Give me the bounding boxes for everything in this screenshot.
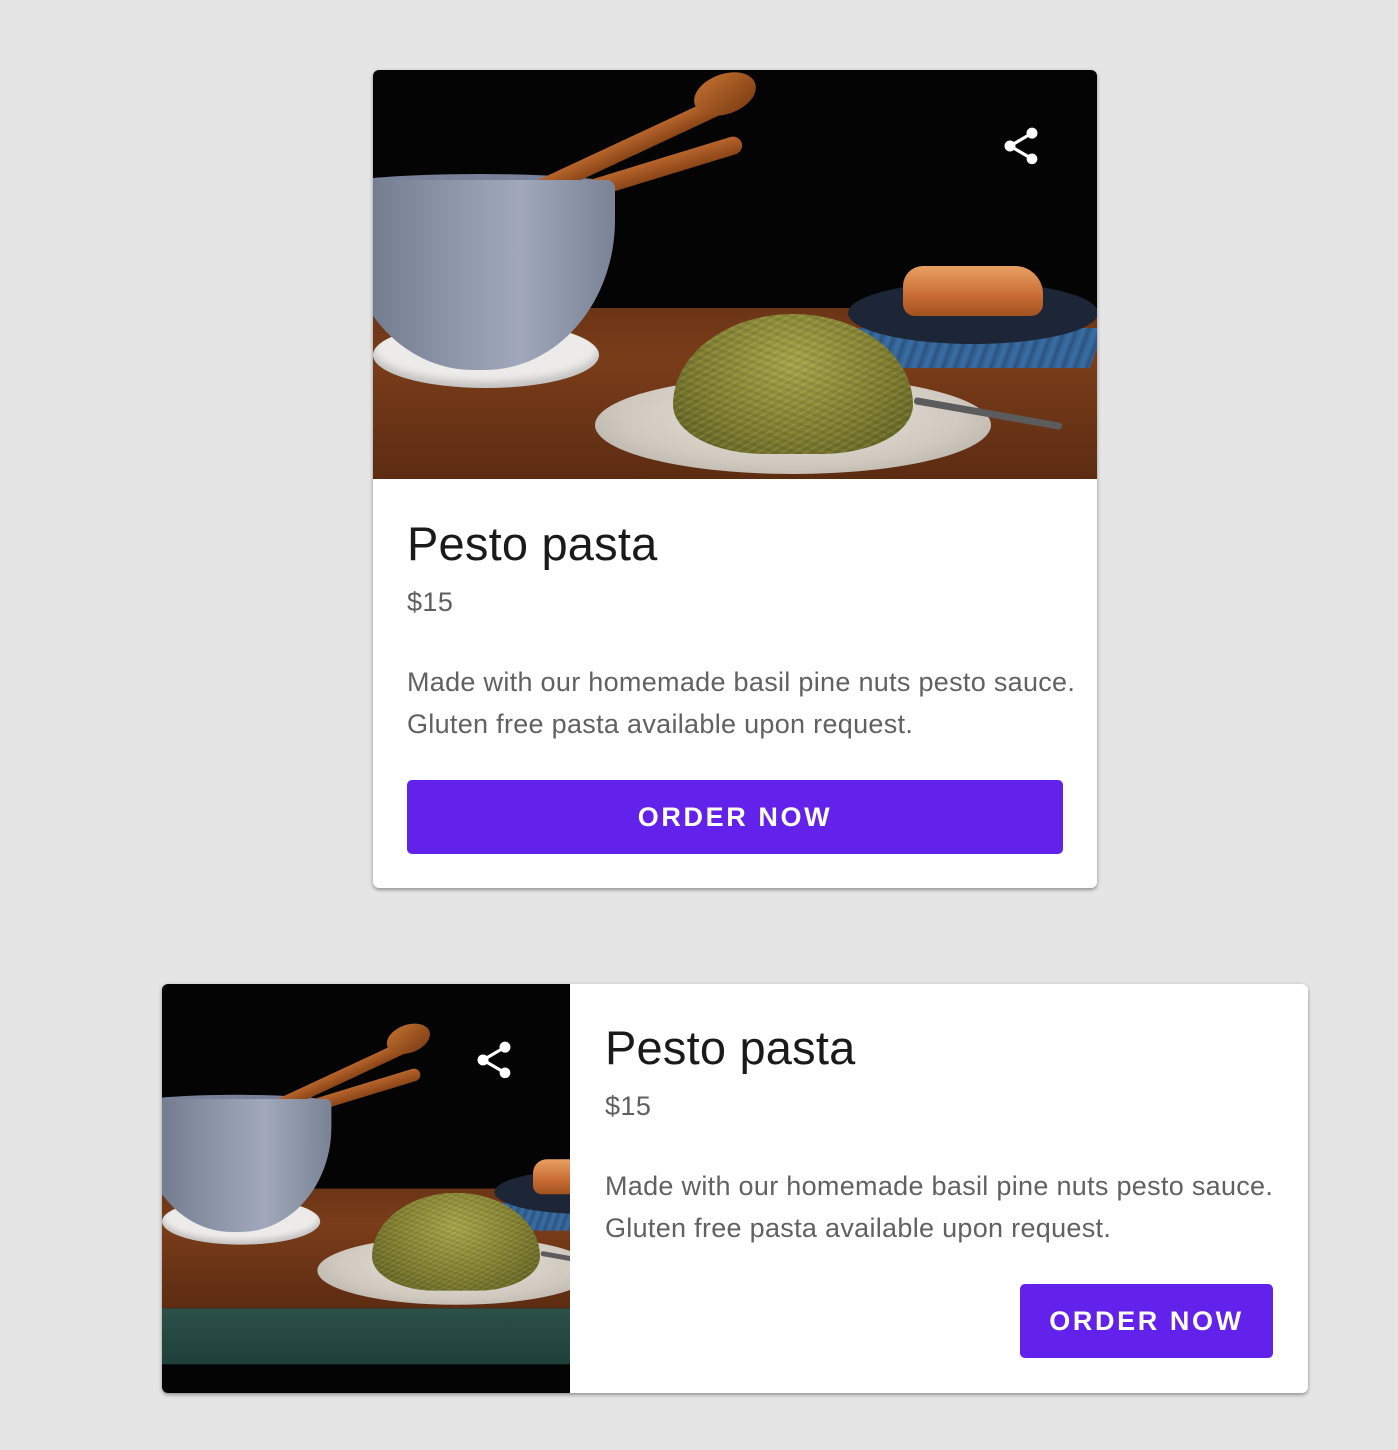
order-now-button[interactable]: ORDER NOW xyxy=(1020,1284,1273,1358)
card-title: Pesto pasta xyxy=(407,517,658,570)
share-icon[interactable] xyxy=(470,1036,518,1084)
share-icon[interactable] xyxy=(997,122,1045,170)
product-card-horizontal: Pesto pasta $15 Made with our homemade b… xyxy=(162,984,1308,1393)
product-image xyxy=(162,984,570,1393)
card-price: $15 xyxy=(605,1091,652,1121)
card-description: Made with our homemade basil pine nuts p… xyxy=(407,667,1076,739)
product-image xyxy=(373,70,1097,479)
card-title: Pesto pasta xyxy=(605,1021,856,1074)
page: Pesto pasta $15 Made with our homemade b… xyxy=(0,0,1398,1450)
order-now-button[interactable]: ORDER NOW xyxy=(407,780,1063,854)
card-price: $15 xyxy=(407,587,454,617)
product-card-vertical: Pesto pasta $15 Made with our homemade b… xyxy=(373,70,1097,888)
card-description: Made with our homemade basil pine nuts p… xyxy=(605,1171,1274,1243)
